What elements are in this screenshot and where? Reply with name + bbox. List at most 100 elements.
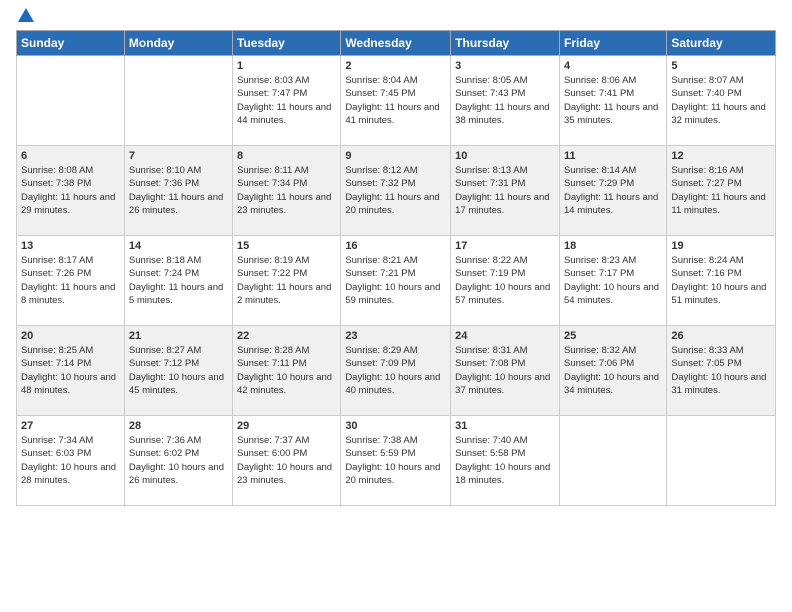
calendar-cell: 19 Sunrise: 8:24 AMSunset: 7:16 PMDayligh…: [667, 236, 776, 326]
day-info: Sunrise: 8:24 AMSunset: 7:16 PMDaylight:…: [671, 254, 771, 307]
day-info: Sunrise: 8:14 AMSunset: 7:29 PMDaylight:…: [564, 164, 662, 217]
day-info: Sunrise: 8:32 AMSunset: 7:06 PMDaylight:…: [564, 344, 662, 397]
calendar-cell: 11 Sunrise: 8:14 AMSunset: 7:29 PMDayligh…: [559, 146, 666, 236]
page: SundayMondayTuesdayWednesdayThursdayFrid…: [0, 0, 792, 612]
calendar-week-row: 1 Sunrise: 8:03 AMSunset: 7:47 PMDaylight…: [17, 56, 776, 146]
day-number: 20: [21, 330, 120, 342]
day-info: Sunrise: 8:06 AMSunset: 7:41 PMDaylight:…: [564, 74, 662, 127]
day-info: Sunrise: 8:17 AMSunset: 7:26 PMDaylight:…: [21, 254, 120, 307]
calendar-cell: 21Sunrise: 8:27 AMSunset: 7:12 PMDayligh…: [124, 326, 232, 416]
day-info: Sunrise: 8:10 AMSunset: 7:36 PMDaylight:…: [129, 164, 228, 217]
calendar-cell: 13 Sunrise: 8:17 AMSunset: 7:26 PMDayligh…: [17, 236, 125, 326]
day-info: Sunrise: 8:18 AMSunset: 7:24 PMDaylight:…: [129, 254, 228, 307]
day-number: 26: [671, 330, 771, 342]
day-info: Sunrise: 7:37 AMSunset: 6:00 PMDaylight:…: [237, 434, 336, 487]
day-number: 16: [345, 240, 446, 252]
calendar-cell: 25 Sunrise: 8:32 AMSunset: 7:06 PMDayligh…: [559, 326, 666, 416]
day-number: 2: [345, 60, 446, 72]
col-header-sunday: Sunday: [17, 31, 125, 56]
day-info: Sunrise: 8:23 AMSunset: 7:17 PMDaylight:…: [564, 254, 662, 307]
calendar-cell: 22 Sunrise: 8:28 AMSunset: 7:11 PMDayligh…: [233, 326, 341, 416]
day-info: Sunrise: 7:38 AMSunset: 5:59 PMDaylight:…: [345, 434, 446, 487]
col-header-thursday: Thursday: [451, 31, 560, 56]
day-info: Sunrise: 8:04 AMSunset: 7:45 PMDaylight:…: [345, 74, 446, 127]
day-info: Sunrise: 8:08 AMSunset: 7:38 PMDaylight:…: [21, 164, 120, 217]
day-info: Sunrise: 8:31 AMSunset: 7:08 PMDaylight:…: [455, 344, 555, 397]
col-header-saturday: Saturday: [667, 31, 776, 56]
day-info: Sunrise: 8:33 AMSunset: 7:05 PMDaylight:…: [671, 344, 771, 397]
day-info: Sunrise: 8:16 AMSunset: 7:27 PMDaylight:…: [671, 164, 771, 217]
day-info: Sunrise: 8:25 AMSunset: 7:14 PMDaylight:…: [21, 344, 120, 397]
day-number: 30: [345, 420, 446, 432]
calendar-cell: 16Sunrise: 8:21 AMSunset: 7:21 PMDayligh…: [341, 236, 451, 326]
calendar-header-row: SundayMondayTuesdayWednesdayThursdayFrid…: [17, 31, 776, 56]
calendar-week-row: 13 Sunrise: 8:17 AMSunset: 7:26 PMDayligh…: [17, 236, 776, 326]
col-header-tuesday: Tuesday: [233, 31, 341, 56]
calendar-cell: 6Sunrise: 8:08 AMSunset: 7:38 PMDaylight…: [17, 146, 125, 236]
day-number: 25: [564, 330, 662, 342]
day-number: 1: [237, 60, 336, 72]
calendar-cell: 8 Sunrise: 8:11 AMSunset: 7:34 PMDaylight…: [233, 146, 341, 236]
logo-triangle-icon: [18, 8, 34, 22]
day-number: 24: [455, 330, 555, 342]
day-number: 7: [129, 150, 228, 162]
calendar-cell: 7 Sunrise: 8:10 AMSunset: 7:36 PMDaylight…: [124, 146, 232, 236]
day-number: 28: [129, 420, 228, 432]
day-number: 22: [237, 330, 336, 342]
day-info: Sunrise: 8:29 AMSunset: 7:09 PMDaylight:…: [345, 344, 446, 397]
day-info: Sunrise: 8:03 AMSunset: 7:47 PMDaylight:…: [237, 74, 336, 127]
calendar: SundayMondayTuesdayWednesdayThursdayFrid…: [16, 30, 776, 506]
calendar-cell: 17 Sunrise: 8:22 AMSunset: 7:19 PMDayligh…: [451, 236, 560, 326]
calendar-week-row: 20 Sunrise: 8:25 AMSunset: 7:14 PMDayligh…: [17, 326, 776, 416]
day-info: Sunrise: 7:36 AMSunset: 6:02 PMDaylight:…: [129, 434, 228, 487]
calendar-cell: 24 Sunrise: 8:31 AMSunset: 7:08 PMDayligh…: [451, 326, 560, 416]
day-info: Sunrise: 8:28 AMSunset: 7:11 PMDaylight:…: [237, 344, 336, 397]
calendar-cell: 14 Sunrise: 8:18 AMSunset: 7:24 PMDayligh…: [124, 236, 232, 326]
col-header-wednesday: Wednesday: [341, 31, 451, 56]
day-number: 4: [564, 60, 662, 72]
col-header-friday: Friday: [559, 31, 666, 56]
calendar-cell: [17, 56, 125, 146]
calendar-cell: [559, 416, 666, 506]
day-info: Sunrise: 8:11 AMSunset: 7:34 PMDaylight:…: [237, 164, 336, 217]
day-number: 27: [21, 420, 120, 432]
day-info: Sunrise: 8:19 AMSunset: 7:22 PMDaylight:…: [237, 254, 336, 307]
day-number: 11: [564, 150, 662, 162]
calendar-cell: 10Sunrise: 8:13 AMSunset: 7:31 PMDayligh…: [451, 146, 560, 236]
day-number: 19: [671, 240, 771, 252]
calendar-cell: [667, 416, 776, 506]
day-number: 29: [237, 420, 336, 432]
day-info: Sunrise: 8:22 AMSunset: 7:19 PMDaylight:…: [455, 254, 555, 307]
calendar-cell: 20 Sunrise: 8:25 AMSunset: 7:14 PMDayligh…: [17, 326, 125, 416]
calendar-cell: 1 Sunrise: 8:03 AMSunset: 7:47 PMDaylight…: [233, 56, 341, 146]
calendar-cell: 5 Sunrise: 8:07 AMSunset: 7:40 PMDaylight…: [667, 56, 776, 146]
header: [16, 10, 776, 22]
day-info: Sunrise: 8:12 AMSunset: 7:32 PMDaylight:…: [345, 164, 446, 217]
day-number: 13: [21, 240, 120, 252]
calendar-cell: 28 Sunrise: 7:36 AMSunset: 6:02 PMDayligh…: [124, 416, 232, 506]
day-number: 23: [345, 330, 446, 342]
day-info: Sunrise: 8:13 AMSunset: 7:31 PMDaylight:…: [455, 164, 555, 217]
calendar-cell: 27Sunrise: 7:34 AMSunset: 6:03 PMDayligh…: [17, 416, 125, 506]
calendar-cell: 4 Sunrise: 8:06 AMSunset: 7:41 PMDaylight…: [559, 56, 666, 146]
col-header-monday: Monday: [124, 31, 232, 56]
day-number: 9: [345, 150, 446, 162]
logo-text: [16, 10, 34, 22]
day-info: Sunrise: 8:07 AMSunset: 7:40 PMDaylight:…: [671, 74, 771, 127]
day-number: 18: [564, 240, 662, 252]
day-number: 21: [129, 330, 228, 342]
day-number: 8: [237, 150, 336, 162]
day-number: 17: [455, 240, 555, 252]
logo: [16, 10, 34, 22]
calendar-cell: 18 Sunrise: 8:23 AMSunset: 7:17 PMDayligh…: [559, 236, 666, 326]
calendar-cell: 9 Sunrise: 8:12 AMSunset: 7:32 PMDaylight…: [341, 146, 451, 236]
day-number: 5: [671, 60, 771, 72]
calendar-cell: 26 Sunrise: 8:33 AMSunset: 7:05 PMDayligh…: [667, 326, 776, 416]
calendar-cell: 31Sunrise: 7:40 AMSunset: 5:58 PMDayligh…: [451, 416, 560, 506]
day-number: 12: [671, 150, 771, 162]
calendar-cell: 12 Sunrise: 8:16 AMSunset: 7:27 PMDayligh…: [667, 146, 776, 236]
day-number: 14: [129, 240, 228, 252]
day-info: Sunrise: 7:40 AMSunset: 5:58 PMDaylight:…: [455, 434, 555, 487]
day-info: Sunrise: 8:05 AMSunset: 7:43 PMDaylight:…: [455, 74, 555, 127]
calendar-cell: 2 Sunrise: 8:04 AMSunset: 7:45 PMDaylight…: [341, 56, 451, 146]
